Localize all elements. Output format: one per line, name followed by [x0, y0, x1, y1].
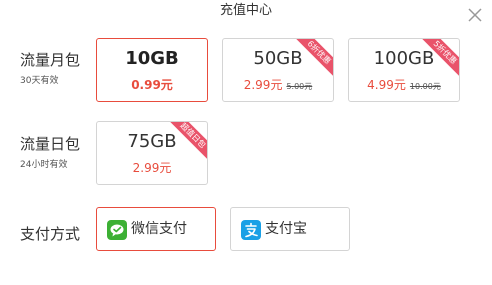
card-size: 10GB [125, 48, 179, 69]
monthly-card-50gb[interactable]: 6折优惠 50GB 2.99元 5.00元 [222, 38, 334, 102]
card-size: 100GB [373, 48, 435, 69]
wechat-pay-icon [107, 220, 127, 240]
card-price: 2.99元 [243, 78, 283, 92]
card-size: 50GB [253, 48, 303, 69]
dialog-title: 充值中心 [219, 3, 272, 18]
alipay-button[interactable]: 支付宝 [230, 207, 350, 251]
wechat-pay-label: 微信支付 [131, 221, 187, 237]
card-price: 4.99元 [367, 78, 406, 92]
card-original-price: 5.00元 [286, 82, 313, 91]
monthly-card-10gb[interactable]: 10GB 0.99元 [96, 38, 208, 102]
wechat-pay-button[interactable]: 微信支付 [96, 207, 216, 251]
daily-validity: 24小时有效 [20, 160, 68, 170]
monthly-label: 流量月包 [20, 51, 81, 69]
alipay-icon [241, 220, 261, 240]
monthly-validity: 30天有效 [20, 76, 59, 86]
close-icon[interactable] [466, 6, 484, 24]
card-original-price: 10.00元 [409, 82, 441, 91]
daily-card-75gb[interactable]: 超值日包 75GB 2.99元 [96, 121, 208, 185]
card-price: 2.99元 [132, 161, 172, 175]
card-price: 0.99元 [131, 78, 173, 92]
card-size: 75GB [127, 131, 177, 152]
alipay-label: 支付宝 [265, 221, 307, 237]
daily-label: 流量日包 [20, 135, 81, 153]
monthly-card-100gb[interactable]: 5折优惠 100GB 4.99元 10.00元 [348, 38, 460, 102]
payment-label: 支付方式 [20, 225, 81, 243]
